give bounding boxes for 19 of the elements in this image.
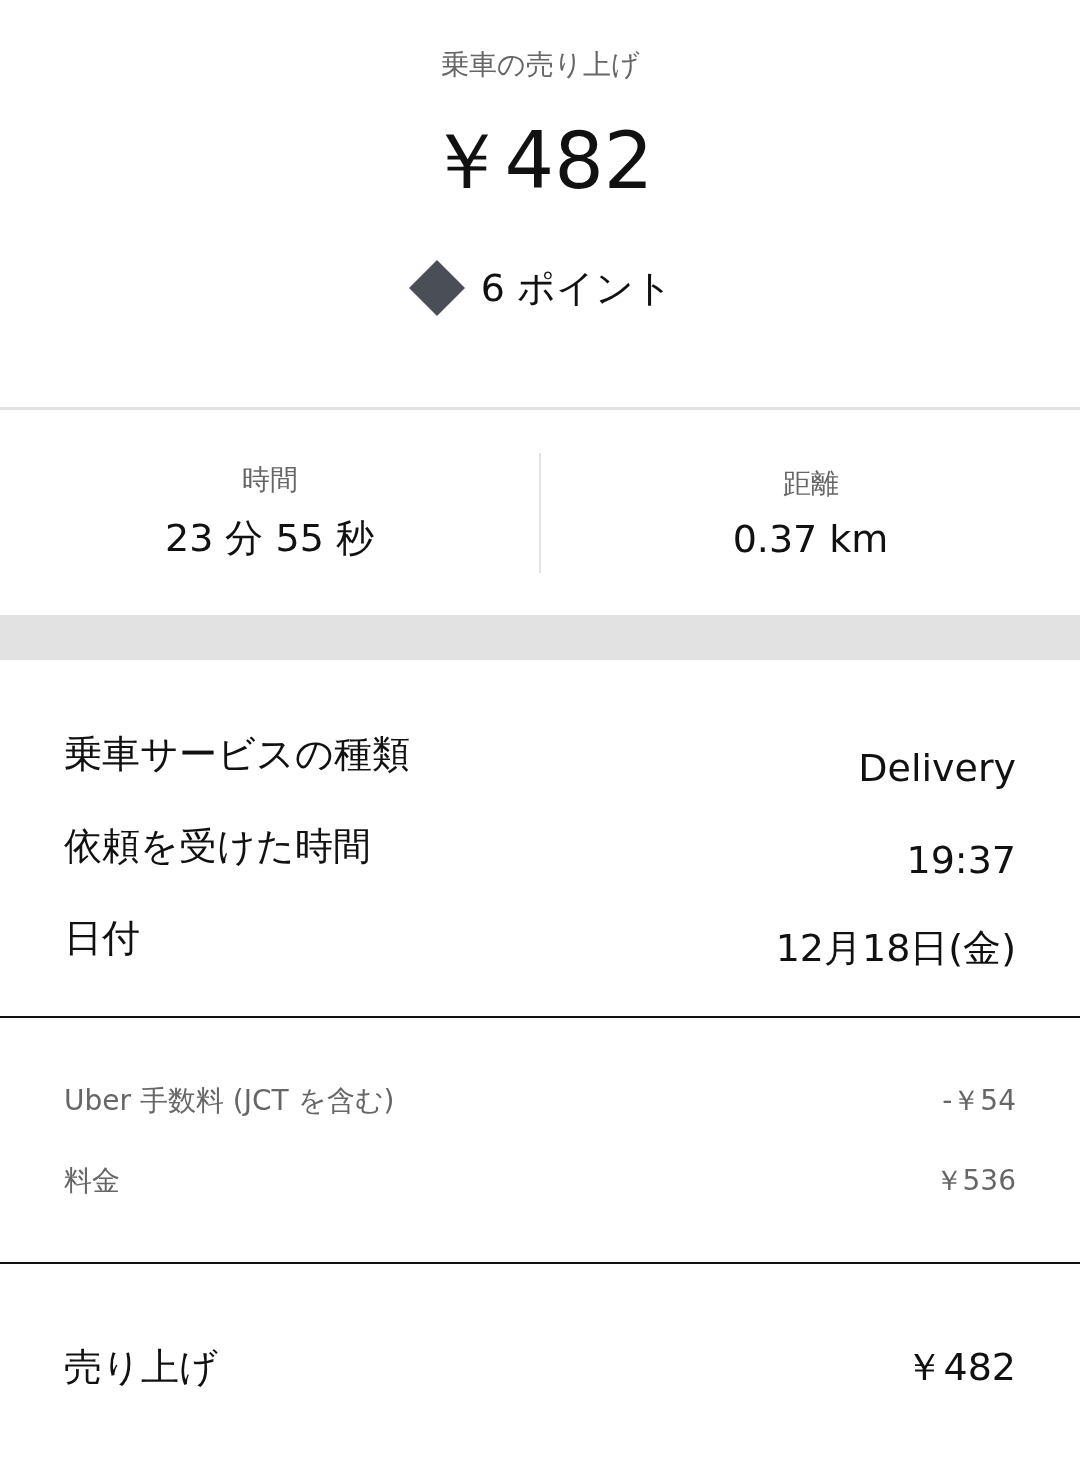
stat-label: 距離 <box>782 465 839 502</box>
fee-label: Uber 手数料 (JCT を含む) <box>64 1083 395 1119</box>
stat-value: 0.37 km <box>732 516 889 561</box>
fee-value: -￥54 <box>942 1083 1016 1119</box>
detail-value: 19:37 <box>906 838 1016 882</box>
points-text: 6 ポイント <box>480 264 674 312</box>
fee-label: 料金 <box>64 1163 120 1199</box>
page-title: 乗車の売り上げ <box>440 47 640 83</box>
detail-value: Delivery <box>858 746 1016 790</box>
detail-label: 依頼を受けた時間 <box>64 823 371 870</box>
stat-label: 時間 <box>241 462 298 498</box>
total-label: 売り上げ <box>64 1344 218 1391</box>
detail-label: 乗車サービスの種類 <box>64 731 410 778</box>
earnings-amount: ￥482 <box>426 122 654 200</box>
detail-value: 12月18日(金) <box>775 925 1016 972</box>
detail-label: 日付 <box>64 915 140 962</box>
stat-value: 23 分 55 秒 <box>165 515 374 562</box>
total-value: ￥482 <box>905 1344 1016 1391</box>
fee-value: ￥536 <box>934 1163 1016 1199</box>
